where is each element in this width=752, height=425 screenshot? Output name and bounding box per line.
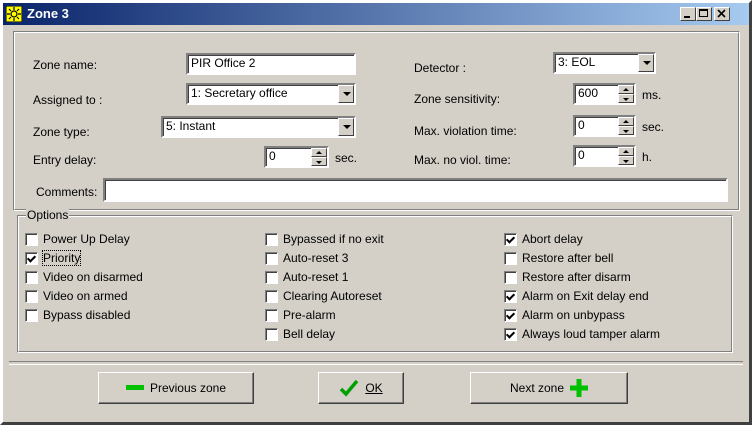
option-label: Auto-reset 1 xyxy=(283,270,349,284)
detector-value: 3: EOL xyxy=(558,55,596,69)
zone-name-input[interactable]: PIR Office 2 xyxy=(186,53,356,75)
detector-select[interactable]: 3: EOL xyxy=(553,52,656,74)
maximize-icon xyxy=(699,9,708,17)
chevron-down-icon[interactable] xyxy=(338,118,354,136)
options-title: Options xyxy=(26,208,70,222)
option-label: Clearing Autoreset xyxy=(283,289,382,303)
unchecked-box-icon[interactable] xyxy=(504,271,517,284)
previous-zone-button[interactable]: Previous zone xyxy=(98,372,254,404)
max-no-viol-spinner[interactable]: 0 xyxy=(573,145,636,167)
minimize-icon xyxy=(684,16,690,18)
entry-delay-label: Entry delay: xyxy=(33,153,97,167)
unchecked-box-icon[interactable] xyxy=(265,271,278,284)
option-label: Auto-reset 3 xyxy=(283,251,349,265)
option-label: Pre-alarm xyxy=(283,308,336,322)
next-zone-button[interactable]: Next zone xyxy=(470,372,628,404)
maximize-button[interactable] xyxy=(696,7,712,21)
option-label: Abort delay xyxy=(522,232,583,246)
option-label: Alarm on Exit delay end xyxy=(522,289,649,303)
spin-up-icon[interactable] xyxy=(618,117,634,126)
zone-sensitivity-value: 600 xyxy=(578,86,599,100)
assigned-to-value: 1: Secretary office xyxy=(191,86,288,100)
max-violation-spinner[interactable]: 0 xyxy=(573,115,636,137)
unchecked-box-icon[interactable] xyxy=(265,309,278,322)
spin-down-icon[interactable] xyxy=(311,157,327,166)
option-label: Power Up Delay xyxy=(43,232,130,246)
unchecked-box-icon[interactable] xyxy=(25,271,38,284)
option-label: Bell delay xyxy=(283,327,336,341)
assigned-to-label: Assigned to : xyxy=(33,93,103,107)
spin-down-icon[interactable] xyxy=(618,94,634,103)
title-bar[interactable]: Zone 3 xyxy=(3,3,749,25)
minus-icon xyxy=(125,385,144,390)
window-title: Zone 3 xyxy=(27,6,69,21)
comments-label: Comments: xyxy=(36,185,98,199)
unchecked-box-icon[interactable] xyxy=(265,290,278,303)
checked-box-icon[interactable] xyxy=(504,328,517,341)
max-violation-unit: sec. xyxy=(642,120,665,134)
spin-down-icon[interactable] xyxy=(618,156,634,165)
checkmark-icon xyxy=(340,379,359,397)
option-label: Video on armed xyxy=(43,289,128,303)
unchecked-box-icon[interactable] xyxy=(504,252,517,265)
max-violation-value: 0 xyxy=(578,118,585,132)
entry-delay-spinner[interactable]: 0 xyxy=(264,146,329,168)
checked-box-icon[interactable] xyxy=(504,233,517,246)
ok-label: OK xyxy=(365,381,383,395)
spin-up-icon[interactable] xyxy=(618,85,634,94)
unchecked-box-icon[interactable] xyxy=(25,290,38,303)
unchecked-box-icon[interactable] xyxy=(265,233,278,246)
option-label: Video on disarmed xyxy=(43,270,143,284)
option-label: Restore after bell xyxy=(522,251,614,265)
option-label: Alarm on unbypass xyxy=(522,308,625,322)
unchecked-box-icon[interactable] xyxy=(265,252,278,265)
checked-box-icon[interactable] xyxy=(25,252,38,265)
spin-up-icon[interactable] xyxy=(311,148,327,157)
entry-delay-unit: sec. xyxy=(335,151,358,165)
zone-dialog: Zone 3 Zone name: PIR Office 2 Assigned … xyxy=(0,0,752,425)
previous-zone-label: Previous zone xyxy=(149,381,227,395)
option-label: Restore after disarm xyxy=(522,270,631,284)
unchecked-box-icon[interactable] xyxy=(25,233,38,246)
unchecked-box-icon[interactable] xyxy=(265,328,278,341)
max-no-viol-unit: h. xyxy=(642,150,653,164)
checked-box-icon[interactable] xyxy=(504,309,517,322)
ok-button[interactable]: OK xyxy=(318,372,404,404)
zone-type-label: Zone type: xyxy=(33,125,90,139)
comments-input[interactable] xyxy=(103,178,728,202)
chevron-down-icon[interactable] xyxy=(638,54,654,72)
max-no-viol-value: 0 xyxy=(578,148,585,162)
app-icon xyxy=(6,6,22,22)
entry-delay-value: 0 xyxy=(269,149,276,163)
assigned-to-select[interactable]: 1: Secretary office xyxy=(186,83,356,105)
option-label: Bypassed if no exit xyxy=(283,232,384,246)
detector-label: Detector : xyxy=(414,61,467,75)
zone-sensitivity-spinner[interactable]: 600 xyxy=(573,83,636,105)
option-label: Always loud tamper alarm xyxy=(522,327,661,341)
max-no-viol-label: Max. no viol. time: xyxy=(414,153,511,167)
spin-down-icon[interactable] xyxy=(618,126,634,135)
zone-type-value: 5: Instant xyxy=(166,119,216,133)
zone-sensitivity-label: Zone sensitivity: xyxy=(414,92,501,106)
chevron-down-icon[interactable] xyxy=(338,85,354,103)
unchecked-box-icon[interactable] xyxy=(25,309,38,322)
checked-box-icon[interactable] xyxy=(504,290,517,303)
zone-sensitivity-unit: ms. xyxy=(642,88,662,102)
max-violation-label: Max. violation time: xyxy=(414,124,517,138)
zone-name-label: Zone name: xyxy=(33,58,98,72)
option-label: Bypass disabled xyxy=(43,308,131,322)
option-label: Priority xyxy=(41,250,82,266)
next-zone-label: Next zone xyxy=(509,381,565,395)
minimize-button[interactable] xyxy=(680,7,696,21)
close-button[interactable] xyxy=(714,7,730,21)
plus-icon xyxy=(570,379,589,397)
close-icon xyxy=(717,9,726,18)
spin-up-icon[interactable] xyxy=(618,147,634,156)
zone-type-select[interactable]: 5: Instant xyxy=(161,116,356,138)
divider xyxy=(9,361,743,365)
